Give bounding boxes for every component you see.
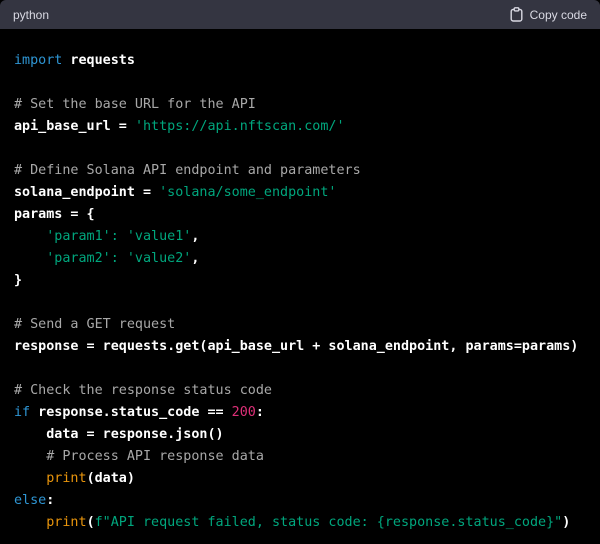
copy-code-button[interactable]: Copy code bbox=[510, 7, 587, 22]
code-line: print(f"API request failed, status code:… bbox=[14, 512, 586, 534]
code-line: # Define Solana API endpoint and paramet… bbox=[14, 160, 586, 182]
code-line: import requests bbox=[14, 50, 586, 72]
code-content: import requests # Set the base URL for t… bbox=[0, 29, 600, 544]
code-line bbox=[14, 358, 586, 380]
code-line: # Send a GET request bbox=[14, 314, 586, 336]
code-header: python Copy code bbox=[0, 0, 600, 29]
code-line bbox=[14, 292, 586, 314]
language-label: python bbox=[13, 8, 49, 22]
code-line: params = { bbox=[14, 204, 586, 226]
clipboard-icon bbox=[510, 7, 523, 22]
code-line: else: bbox=[14, 490, 586, 512]
code-line: # Process API response data bbox=[14, 446, 586, 468]
code-line: response = requests.get(api_base_url + s… bbox=[14, 336, 586, 358]
code-line bbox=[14, 72, 586, 94]
code-block: python Copy code import requests # Set t… bbox=[0, 0, 600, 544]
code-line: print(data) bbox=[14, 468, 586, 490]
code-line: # Set the base URL for the API bbox=[14, 94, 586, 116]
code-line: if response.status_code == 200: bbox=[14, 402, 586, 424]
code-line: } bbox=[14, 270, 586, 292]
code-line: api_base_url = 'https://api.nftscan.com/… bbox=[14, 116, 586, 138]
code-line: data = response.json() bbox=[14, 424, 586, 446]
code-line: 'param2': 'value2', bbox=[14, 248, 586, 270]
code-line: solana_endpoint = 'solana/some_endpoint' bbox=[14, 182, 586, 204]
copy-code-label: Copy code bbox=[530, 8, 587, 22]
code-line: # Check the response status code bbox=[14, 380, 586, 402]
code-line bbox=[14, 138, 586, 160]
code-line: 'param1': 'value1', bbox=[14, 226, 586, 248]
